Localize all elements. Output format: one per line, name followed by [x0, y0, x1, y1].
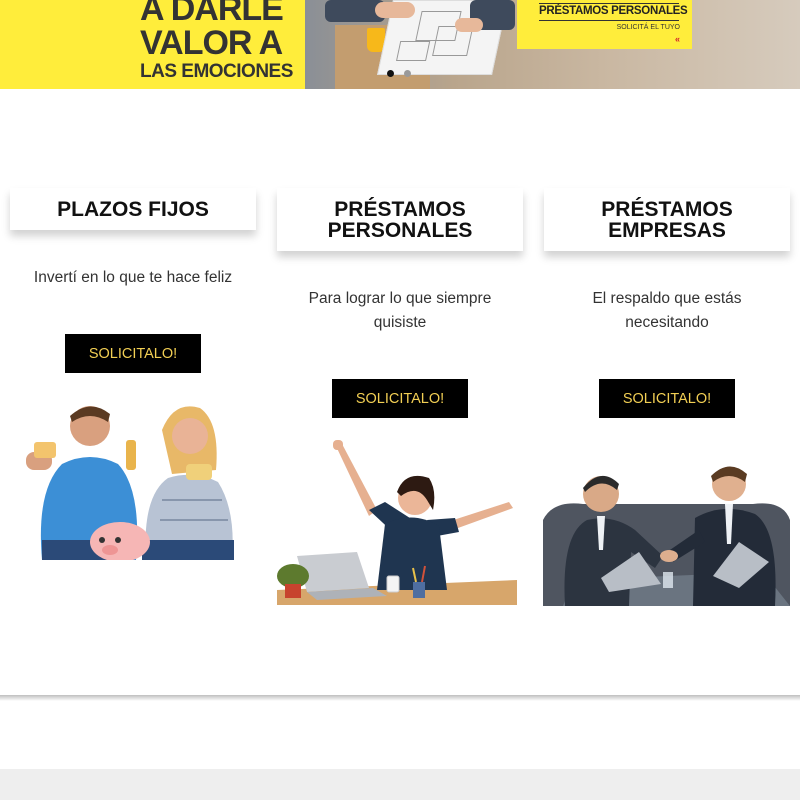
solicitalo-button-plazos-fijos[interactable]: SOLICITALO!: [65, 334, 201, 373]
hero-headline-line-1: A DARLE: [140, 0, 284, 28]
person-hand-right: [455, 18, 483, 32]
footer-band: [0, 769, 800, 800]
hero-banner[interactable]: A DARLE VALOR A LAS EMOCIONES PRÉSTAMOS …: [0, 0, 800, 89]
slider-dot-2[interactable]: [404, 70, 411, 77]
slider-dot-1[interactable]: [387, 70, 394, 77]
double-chevron-icon: «: [674, 34, 680, 44]
woman-celebrating-image: [277, 440, 517, 605]
card-title: PRÉSTAMOS PERSONALES: [277, 188, 523, 251]
card-title: PRÉSTAMOS EMPRESAS: [544, 188, 790, 251]
woman-celebrating-illustration: [277, 440, 517, 605]
card-description: El respaldo que estás necesitando: [592, 290, 742, 331]
promo-divider-top: [539, 3, 679, 4]
solicitalo-button-prestamos-personales[interactable]: SOLICITALO!: [332, 379, 468, 418]
hero-yellow-panel: A DARLE VALOR A LAS EMOCIONES: [0, 0, 305, 89]
card-description: Para lograr lo que siempre quisiste: [308, 290, 492, 331]
businessmen-handshake-image: [543, 460, 790, 606]
hero-headline-line-2: VALOR A: [140, 24, 283, 62]
person-arm-left: [375, 2, 415, 18]
promo-divider-bottom: [539, 20, 679, 21]
promo-subtitle: SOLICITÁ EL TUYO: [616, 24, 680, 31]
card-title: PLAZOS FIJOS: [10, 188, 256, 230]
promo-badge[interactable]: PRÉSTAMOS PERSONALES SOLICITÁ EL TUYO «: [517, 0, 692, 49]
couple-illustration: [26, 406, 234, 560]
solicitalo-button-prestamos-empresas[interactable]: SOLICITALO!: [599, 379, 735, 418]
hero-headline: A DARLE VALOR A LAS EMOCIONES: [140, 0, 293, 81]
page: A DARLE VALOR A LAS EMOCIONES PRÉSTAMOS …: [0, 0, 800, 800]
couple-piggy-bank-image: [22, 400, 234, 560]
card-description: Invertí en lo que te hace feliz: [33, 269, 233, 286]
handshake-illustration: [543, 466, 790, 606]
promo-title: PRÉSTAMOS PERSONALES: [539, 5, 688, 17]
section-divider-shadow: [0, 695, 800, 701]
hero-headline-line-3: LAS EMOCIONES: [140, 61, 293, 82]
